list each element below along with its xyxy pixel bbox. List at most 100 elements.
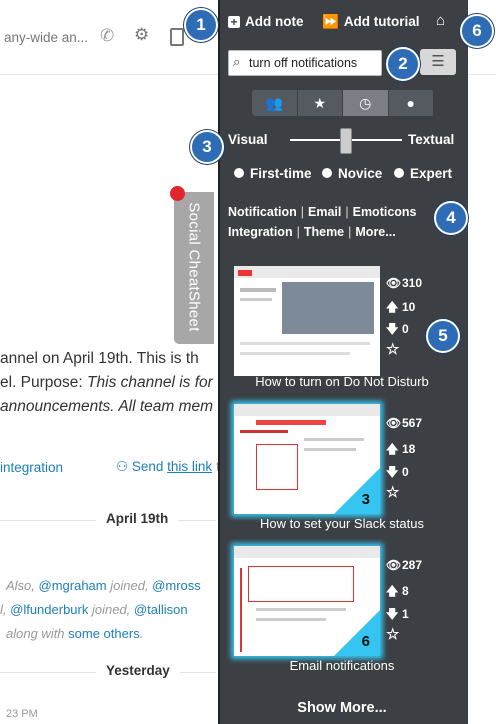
eye-icon: 👁 xyxy=(386,416,402,430)
plus-square-icon: + xyxy=(228,16,240,28)
downvotes-count: 🡇 0 xyxy=(386,463,409,484)
annotation-badge-5: 5 xyxy=(426,319,460,353)
tutorial-thumbnail[interactable] xyxy=(234,266,380,376)
notification-dot xyxy=(170,186,185,201)
filter-sliders-button[interactable]: ☰ xyxy=(420,49,456,75)
fast-forward-icon: ⏩ xyxy=(322,14,339,29)
downvotes-count: 🡇 0 xyxy=(386,320,409,341)
annotation-badge-6: 6 xyxy=(460,14,494,48)
message-timestamp: 23 PM xyxy=(6,708,38,720)
tutorial-thumbnail[interactable]: 3 xyxy=(234,404,380,514)
mention-lfunderburk[interactable]: @lfunderburk xyxy=(10,602,88,617)
group-icon: 👥 xyxy=(265,95,283,111)
views-count: 👁567 xyxy=(386,416,423,430)
view-tab-group-icon[interactable]: 👥 xyxy=(252,90,298,116)
channel-intro-line-3: announcements. All team mem xyxy=(0,398,214,415)
add-integration-link[interactable]: integration xyxy=(0,460,63,475)
thumbnail-text xyxy=(240,430,288,433)
tag-email[interactable]: Email xyxy=(308,205,341,219)
tutorial-title[interactable]: How to turn on Do Not Disturb xyxy=(218,374,466,389)
view-tab-star-icon[interactable]: ★ xyxy=(297,90,343,116)
upvotes-count: 🡅 18 xyxy=(386,440,415,461)
view-tabs: 👥 ★ ◷ ● xyxy=(252,90,434,116)
person-icon: ⚇ xyxy=(116,459,129,474)
arrow-down-icon[interactable]: 🡇 xyxy=(386,463,402,484)
add-note-button[interactable]: + Add note xyxy=(228,14,304,29)
tag-theme[interactable]: Theme xyxy=(304,225,344,239)
arrow-up-icon[interactable]: 🡅 xyxy=(386,440,402,461)
arrow-down-icon[interactable]: 🡇 xyxy=(386,320,402,341)
star-outline-icon[interactable]: ☆ xyxy=(386,625,399,643)
annotation-badge-2: 2 xyxy=(386,47,420,81)
user-icon: ● xyxy=(406,95,415,111)
tutorial-title[interactable]: Email notifications xyxy=(218,658,466,673)
settings-gear-icon[interactable]: ⚙ xyxy=(134,25,149,45)
thumbnail-text xyxy=(240,342,370,345)
mention-mgraham[interactable]: @mgraham xyxy=(39,578,107,593)
star-outline-icon[interactable]: ☆ xyxy=(386,483,399,501)
view-tab-user-icon[interactable]: ● xyxy=(388,90,434,116)
clock-icon: ◷ xyxy=(359,95,372,111)
upvotes-count: 🡅 10 xyxy=(386,298,415,319)
arrow-up-icon[interactable]: 🡅 xyxy=(386,582,402,603)
thumbnail-browser-bar xyxy=(234,266,380,278)
channel-description[interactable]: any-wide an... xyxy=(4,30,88,45)
tutorial-search-input[interactable] xyxy=(249,51,379,75)
eye-icon: 👁 xyxy=(386,276,402,290)
views-count: 👁310 xyxy=(386,276,423,290)
visual-textual-slider-thumb[interactable] xyxy=(340,128,352,154)
channel-intro-line-2: el. Purpose: This channel is for xyxy=(0,374,213,391)
add-tutorial-button[interactable]: ⏩ Add tutorial xyxy=(322,14,420,30)
thumbnail-highlight xyxy=(248,566,354,602)
thumbnail-video xyxy=(282,282,374,334)
day-divider-yesterday: Yesterday xyxy=(96,663,180,678)
mention-mross[interactable]: @mross xyxy=(152,578,201,593)
send-invite-link[interactable]: ⚇ Send this link to xyxy=(116,459,227,475)
joined-message-line-1: Also, @mgraham joined, @mross xyxy=(6,578,201,593)
channel-intro-line-1: annel on April 19th. This is th xyxy=(0,350,199,367)
slider-label-textual: Textual xyxy=(408,132,455,147)
thumbnail-text xyxy=(304,448,356,451)
thumbnail-browser-bar xyxy=(234,546,380,558)
tag-more[interactable]: More... xyxy=(355,225,395,239)
views-count: 👁287 xyxy=(386,558,423,572)
thumbnail-text xyxy=(240,288,276,292)
day-divider-april-19: April 19th xyxy=(96,511,179,526)
star-icon: ★ xyxy=(313,95,327,111)
thumbnail-text xyxy=(304,438,364,441)
eye-icon: 👁 xyxy=(386,558,402,572)
tag-emoticons[interactable]: Emoticons xyxy=(353,205,417,219)
radio-dot xyxy=(394,168,404,178)
some-others-link[interactable]: some others xyxy=(68,626,140,641)
thumbnail-text xyxy=(240,298,272,301)
social-cheatsheet-tab[interactable]: Social CheatSheet xyxy=(174,192,214,344)
thumbnail-logo xyxy=(238,270,252,276)
radio-dot xyxy=(322,168,332,178)
thumbnail-arrow xyxy=(240,568,242,652)
slider-label-visual: Visual xyxy=(228,132,268,147)
tutorial-step-number: 6 xyxy=(361,633,370,650)
thumbnail-text xyxy=(256,420,326,425)
tutorial-thumbnail[interactable]: 6 xyxy=(234,546,380,656)
upvotes-count: 🡅 8 xyxy=(386,582,409,603)
tutorial-corner xyxy=(334,610,380,656)
show-more-button[interactable]: Show More... xyxy=(218,700,466,716)
star-outline-icon[interactable]: ☆ xyxy=(386,340,399,358)
tutorial-search-box[interactable]: ⌕ xyxy=(228,50,382,76)
arrow-up-icon[interactable]: 🡅 xyxy=(386,298,402,319)
joined-message-line-2: l, @lfunderburk joined, @tallison xyxy=(0,602,188,617)
home-icon[interactable]: ⌂ xyxy=(436,12,445,29)
view-tab-clock-icon[interactable]: ◷ xyxy=(343,90,389,116)
sidebar-toggle-icon[interactable] xyxy=(170,28,184,46)
level-expert[interactable]: Expert xyxy=(394,166,452,181)
search-icon: ⌕ xyxy=(233,54,241,69)
tag-integration[interactable]: Integration xyxy=(228,225,293,239)
level-novice[interactable]: Novice xyxy=(322,166,382,181)
mention-tallison[interactable]: @tallison xyxy=(134,602,188,617)
phone-icon[interactable]: ✆ xyxy=(100,26,114,46)
tutorial-title[interactable]: How to set your Slack status xyxy=(218,516,466,531)
tag-notification[interactable]: Notification xyxy=(228,205,297,219)
annotation-badge-3: 3 xyxy=(190,130,224,164)
level-first-time[interactable]: First-time xyxy=(234,166,312,181)
arrow-down-icon[interactable]: 🡇 xyxy=(386,605,402,626)
